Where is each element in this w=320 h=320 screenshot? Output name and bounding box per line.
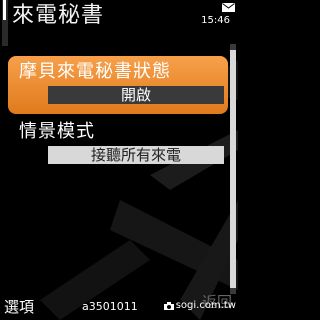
mail-icon — [222, 3, 235, 12]
settings-item-value: 接聽所有來電 — [48, 146, 224, 164]
settings-item-label: 情景模式 — [19, 121, 95, 142]
scrollbar[interactable] — [230, 44, 236, 294]
status-area: 15:46 — [196, 1, 236, 31]
settings-item-profile[interactable]: 情景模式 接聽所有來電 — [8, 116, 228, 168]
settings-item-secretary-status[interactable]: 摩貝來電秘書狀態 開啟 — [8, 56, 228, 114]
camera-icon — [163, 302, 174, 310]
page-title: 來電秘書 — [12, 3, 105, 28]
options-softkey[interactable]: 選項 — [4, 298, 34, 316]
clock: 15:46 — [201, 15, 230, 26]
scroll-thumb[interactable] — [230, 50, 236, 288]
settings-item-value: 開啟 — [48, 86, 224, 104]
left-edge-marker — [2, 0, 8, 46]
watermark: sogi.com.tw — [163, 299, 236, 313]
watermark-text: sogi.com.tw — [175, 300, 236, 311]
softkey-bar: 選項 a3501011 返回 sogi.com.tw — [0, 293, 240, 320]
header: 來電秘書 15:46 — [0, 0, 240, 46]
settings-item-label: 摩貝來電秘書狀態 — [19, 61, 171, 82]
screen: 來電秘書 15:46 摩貝來電秘書狀態 開啟 情景模式 接聽所有來電 選項 a3… — [0, 0, 240, 320]
middle-softkey-label: a3501011 — [82, 300, 138, 313]
